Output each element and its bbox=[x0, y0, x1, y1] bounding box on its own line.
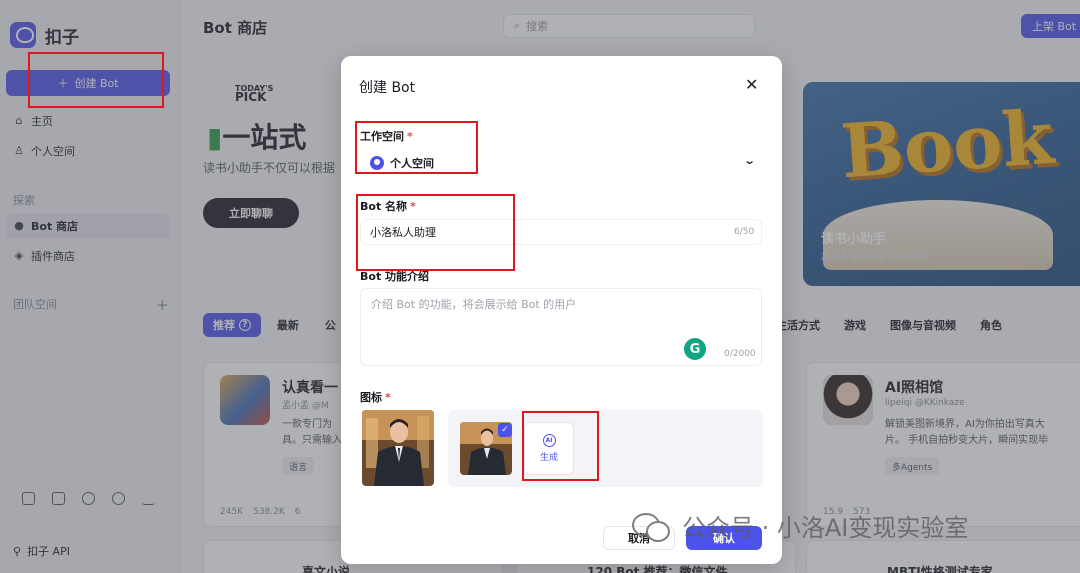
highlight-bot-name bbox=[356, 194, 515, 271]
close-icon[interactable]: ✕ bbox=[745, 75, 758, 94]
description-placeholder: 介绍 Bot 的功能，将会展示给 Bot 的用户 bbox=[371, 298, 577, 311]
icon-field-label: 图标 * bbox=[360, 389, 391, 405]
highlight-generate-icon bbox=[522, 411, 599, 481]
watermark: 公众号 · 小洛AI变现实验室 bbox=[632, 508, 968, 543]
icon-label-text: 图标 bbox=[360, 391, 382, 404]
chevron-down-icon: ⌄ bbox=[743, 154, 757, 167]
businessman-avatar-image bbox=[362, 410, 434, 486]
description-char-counter: 0/2000 bbox=[724, 349, 756, 359]
checkmark-icon: ✓ bbox=[498, 423, 512, 437]
selected-bot-icon[interactable] bbox=[362, 410, 434, 486]
grammarly-icon[interactable]: G bbox=[684, 338, 706, 360]
name-char-counter: 6/50 bbox=[734, 227, 755, 237]
dialog-title: 创建 Bot bbox=[359, 80, 416, 96]
watermark-text: 公众号 · 小洛AI变现实验室 bbox=[682, 514, 969, 542]
required-asterisk: * bbox=[385, 391, 391, 404]
highlight-workspace bbox=[355, 121, 478, 174]
app-window: 扣子 ＋ 创建 Bot ⌂ 主页 ♙ 个人空间 探索 ● Bot 商店 ◈ 插件… bbox=[0, 0, 1080, 573]
wechat-icon bbox=[632, 511, 672, 542]
highlight-create-bot bbox=[28, 52, 164, 108]
